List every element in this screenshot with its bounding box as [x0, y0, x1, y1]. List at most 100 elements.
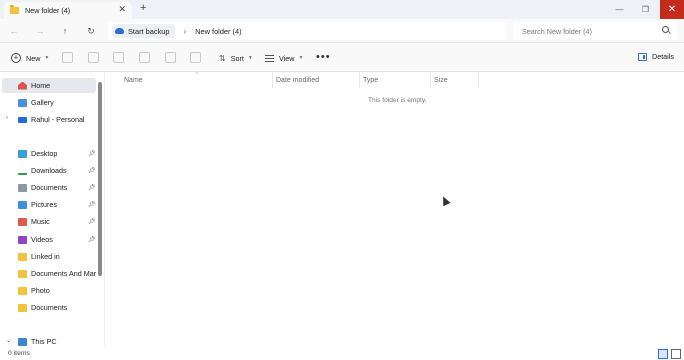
- folder-icon: [18, 303, 27, 312]
- sidebar-item-gallery[interactable]: Gallery: [2, 95, 96, 110]
- sidebar-item-music[interactable]: Music: [2, 214, 96, 229]
- new-tab-button[interactable]: +: [140, 2, 146, 14]
- column-header-date-modified[interactable]: Date modified: [273, 72, 360, 88]
- file-list-pane[interactable]: ⌃ Name Date modified Type Size This fold…: [104, 72, 684, 348]
- start-backup-button[interactable]: Start backup: [112, 24, 175, 38]
- view-button[interactable]: View ▼: [265, 51, 303, 65]
- onedrive-cloud-icon: [115, 28, 124, 34]
- address-bar: ← → ↑ ↻ Start backup › New folder (4): [0, 19, 684, 43]
- pictures-icon: [18, 200, 27, 209]
- breadcrumb[interactable]: Start backup › New folder (4): [108, 22, 506, 40]
- minimize-button[interactable]: —: [608, 0, 631, 19]
- plus-icon: +: [11, 53, 21, 63]
- sidebar-item-this-pc[interactable]: This PC: [2, 334, 96, 348]
- close-window-button[interactable]: ✕: [660, 0, 684, 19]
- pin-icon[interactable]: 📌︎: [88, 167, 96, 174]
- tab-title: New folder (4): [25, 6, 71, 15]
- documents-icon: [18, 183, 27, 192]
- column-header-type[interactable]: Type: [360, 72, 431, 88]
- chevron-down-icon: ▼: [298, 55, 304, 61]
- pin-icon[interactable]: 📌︎: [88, 236, 96, 243]
- sidebar-scrollbar[interactable]: [98, 82, 102, 276]
- chevron-down-icon: ▼: [44, 55, 50, 61]
- new-label: New: [26, 53, 41, 63]
- share-icon[interactable]: [165, 52, 176, 63]
- chevron-right-icon[interactable]: ›: [184, 27, 187, 36]
- item-count: 0 items: [8, 350, 30, 357]
- sidebar-item-home[interactable]: Home: [2, 78, 96, 93]
- more-options-icon[interactable]: •••: [316, 52, 331, 63]
- sidebar-item-label: Videos: [31, 235, 53, 244]
- sidebar-item-documents-folder[interactable]: Documents: [2, 300, 96, 315]
- details-button[interactable]: Details: [638, 52, 674, 61]
- sidebar-item-downloads[interactable]: Downloads: [2, 163, 96, 178]
- sidebar-item-label: Rahul - Personal: [31, 115, 85, 124]
- downloads-icon: [18, 166, 27, 175]
- column-header-size[interactable]: Size: [431, 72, 479, 88]
- pc-icon: [18, 337, 27, 346]
- sidebar-item-photo[interactable]: Photo: [2, 283, 96, 298]
- navigation-pane: Home Gallery › Rahul - Personal Desktop …: [0, 72, 104, 348]
- refresh-button[interactable]: ↻: [83, 23, 99, 39]
- gallery-icon: [18, 98, 27, 107]
- home-icon: [18, 81, 27, 90]
- sidebar-item-label: Documents: [31, 183, 68, 192]
- sidebar-item-documents-and-marks[interactable]: Documents And MarksS: [2, 266, 96, 281]
- sidebar-item-videos[interactable]: Videos: [2, 232, 96, 247]
- title-bar: New folder (4) ✕ + — ❐ ✕: [0, 0, 684, 19]
- pin-icon[interactable]: 📌︎: [88, 201, 96, 208]
- search-box[interactable]: [513, 22, 677, 40]
- music-icon: [18, 217, 27, 226]
- paste-icon[interactable]: [113, 52, 124, 63]
- sidebar-item-label: Music: [31, 217, 50, 226]
- search-icon: [662, 26, 669, 33]
- sidebar-item-label: Photo: [31, 286, 50, 295]
- pin-icon[interactable]: 📌︎: [88, 184, 96, 191]
- pin-icon[interactable]: 📌︎: [88, 150, 96, 157]
- empty-folder-message: This folder is empty.: [368, 97, 427, 104]
- copy-icon[interactable]: [88, 52, 99, 63]
- start-backup-label: Start backup: [128, 26, 170, 36]
- sidebar-item-label: Pictures: [31, 200, 57, 209]
- tiles-view-icon[interactable]: [671, 349, 681, 359]
- sidebar-item-documents[interactable]: Documents: [2, 180, 96, 195]
- sidebar-item-label: Linked in: [31, 252, 60, 261]
- details-view-icon[interactable]: [658, 349, 668, 359]
- sidebar-item-label: Documents: [31, 303, 68, 312]
- sidebar-item-label: Documents And MarksS: [31, 269, 96, 278]
- details-pane-icon: [638, 52, 647, 61]
- new-button[interactable]: + New ▼: [11, 51, 49, 65]
- forward-button[interactable]: →: [32, 23, 48, 39]
- mouse-cursor-icon: [439, 194, 451, 207]
- command-bar: + New ▼ ⇅ Sort ▼ View ▼ ••• Details: [0, 44, 684, 72]
- sidebar-item-label: Gallery: [31, 98, 54, 107]
- sidebar-item-rahul-personal[interactable]: Rahul - Personal: [2, 112, 96, 127]
- sort-label: Sort: [230, 53, 244, 63]
- details-label: Details: [652, 52, 674, 61]
- sidebar-item-label: Home: [31, 81, 51, 90]
- sort-button[interactable]: ⇅ Sort ▼: [219, 51, 253, 65]
- onedrive-cloud-icon: [18, 116, 27, 123]
- folder-tab[interactable]: New folder (4) ✕: [4, 2, 132, 19]
- sidebar-item-label: Desktop: [31, 149, 58, 158]
- pin-icon[interactable]: 📌︎: [88, 218, 96, 225]
- sidebar-item-label: This PC: [31, 337, 57, 346]
- rename-icon[interactable]: [139, 52, 150, 63]
- column-header-name[interactable]: Name: [121, 72, 273, 88]
- sidebar-item-linked-in[interactable]: Linked in: [2, 249, 96, 264]
- folder-icon: [18, 269, 27, 278]
- search-input[interactable]: [522, 26, 658, 36]
- cut-icon[interactable]: [62, 52, 73, 63]
- sidebar-item-desktop[interactable]: Desktop: [2, 146, 96, 161]
- sort-icon: ⇅: [219, 53, 226, 63]
- up-button[interactable]: ↑: [57, 23, 73, 39]
- back-button[interactable]: ←: [6, 23, 22, 39]
- delete-icon[interactable]: [190, 52, 201, 63]
- restore-button[interactable]: ❐: [634, 0, 657, 19]
- videos-icon: [18, 235, 27, 244]
- breadcrumb-current-folder[interactable]: New folder (4): [195, 27, 241, 36]
- close-tab-icon[interactable]: ✕: [118, 4, 126, 15]
- sidebar-item-pictures[interactable]: Pictures: [2, 197, 96, 212]
- folder-icon: [10, 5, 19, 14]
- sidebar-item-label: Downloads: [31, 166, 67, 175]
